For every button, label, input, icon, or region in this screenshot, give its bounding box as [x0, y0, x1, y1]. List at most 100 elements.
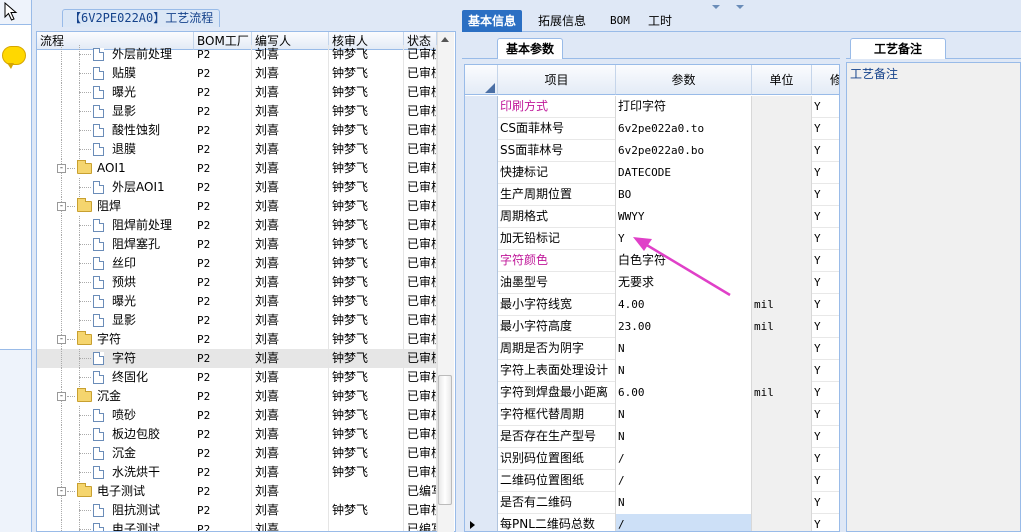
param-unit-cell[interactable]	[752, 228, 812, 250]
param-value-cell[interactable]: 6.00	[616, 382, 752, 404]
row-indicator[interactable]	[465, 338, 498, 360]
row-indicator[interactable]	[465, 514, 498, 531]
row-indicator[interactable]	[465, 184, 498, 206]
row-indicator[interactable]	[465, 360, 498, 382]
param-row[interactable]: 周期是否为阴字 N Y	[465, 338, 839, 360]
param-unit-cell[interactable]	[752, 162, 812, 184]
tree-row[interactable]: 电子测试 P2刘喜 已编写	[37, 520, 437, 531]
row-indicator[interactable]	[465, 316, 498, 338]
param-value-cell[interactable]: /	[616, 448, 752, 470]
tree-row[interactable]: - 字符 P2刘喜钟梦飞已审核	[37, 330, 437, 349]
collapse-toggle-icon[interactable]: -	[57, 487, 66, 496]
param-value-cell[interactable]: N	[616, 404, 752, 426]
param-unit-cell[interactable]	[752, 118, 812, 140]
param-unit-cell[interactable]	[752, 492, 812, 514]
param-unit-cell[interactable]	[752, 360, 812, 382]
param-unit-cell[interactable]: mil	[752, 382, 812, 404]
param-row[interactable]: 是否有二维码 N Y	[465, 492, 839, 514]
row-indicator[interactable]	[465, 426, 498, 448]
param-value-cell[interactable]: N	[616, 360, 752, 382]
row-indicator[interactable]	[465, 470, 498, 492]
param-unit-cell[interactable]	[752, 514, 812, 531]
param-row[interactable]: 每PNL二维码总数 / Y	[465, 514, 839, 531]
row-indicator[interactable]	[465, 228, 498, 250]
param-value-cell[interactable]: N	[616, 338, 752, 360]
tree-row[interactable]: - AOI1 P2刘喜钟梦飞已审核	[37, 159, 437, 178]
row-indicator[interactable]	[465, 382, 498, 404]
tree-row[interactable]: - 电子测试 P2刘喜 已编写	[37, 482, 437, 501]
param-row[interactable]: 字符到焊盘最小距离 6.00 mil Y	[465, 382, 839, 404]
tree-scrollbar-thumb[interactable]	[438, 375, 452, 505]
param-unit-cell[interactable]	[752, 184, 812, 206]
tree-row[interactable]: 外层前处理 P2刘喜钟梦飞已审核	[37, 45, 437, 64]
tree-row[interactable]: 沉金 P2刘喜钟梦飞已审核	[37, 444, 437, 463]
param-row[interactable]: 识别码位置图纸 / Y	[465, 448, 839, 470]
row-indicator[interactable]	[465, 404, 498, 426]
row-indicator[interactable]	[465, 118, 498, 140]
panel-splitter[interactable]	[456, 0, 462, 532]
param-value-cell[interactable]: 6v2pe022a0.bo	[616, 140, 752, 162]
param-unit-cell[interactable]	[752, 448, 812, 470]
param-row[interactable]: 最小字符高度 23.00 mil Y	[465, 316, 839, 338]
collapse-handle[interactable]	[708, 0, 748, 9]
tree-row[interactable]: 阻焊前处理 P2刘喜钟梦飞已审核	[37, 216, 437, 235]
col-header-item[interactable]: 项目	[498, 65, 616, 95]
param-unit-cell[interactable]	[752, 470, 812, 492]
row-indicator[interactable]	[465, 206, 498, 228]
tab-work-hours[interactable]: 工时	[642, 10, 678, 32]
tree-row[interactable]: 阻焊塞孔 P2刘喜钟梦飞已审核	[37, 235, 437, 254]
row-indicator[interactable]	[465, 250, 498, 272]
tree-row[interactable]: 板边包胶 P2刘喜钟梦飞已审核	[37, 425, 437, 444]
param-value-cell[interactable]: N	[616, 426, 752, 448]
param-unit-cell[interactable]	[752, 426, 812, 448]
col-header-modify[interactable]: 修	[812, 65, 839, 95]
row-indicator[interactable]	[465, 492, 498, 514]
tree-row[interactable]: 贴膜 P2刘喜钟梦飞已审核	[37, 64, 437, 83]
param-value-cell[interactable]: 打印字符	[616, 96, 752, 118]
tab-basic-info[interactable]: 基本信息	[462, 10, 523, 32]
param-row[interactable]: 快捷标记 DATECODE Y	[465, 162, 839, 184]
process-panel-title[interactable]: 【6V2PE022A0】工艺流程	[62, 9, 221, 27]
param-value-cell[interactable]: 6v2pe022a0.to	[616, 118, 752, 140]
tree-row[interactable]: 退膜 P2刘喜钟梦飞已审核	[37, 140, 437, 159]
param-unit-cell[interactable]	[752, 140, 812, 162]
param-value-cell[interactable]: DATECODE	[616, 162, 752, 184]
tree-row[interactable]: - 阻焊 P2刘喜钟梦飞已审核	[37, 197, 437, 216]
param-row[interactable]: CS面菲林号 6v2pe022a0.to Y	[465, 118, 839, 140]
tree-row[interactable]: 显影 P2刘喜钟梦飞已审核	[37, 102, 437, 121]
chat-bubble-icon[interactable]	[2, 46, 26, 69]
param-unit-cell[interactable]	[752, 96, 812, 118]
row-indicator[interactable]	[465, 96, 498, 118]
tab-process-remarks[interactable]: 工艺备注	[850, 38, 946, 59]
collapse-toggle-icon[interactable]: -	[57, 392, 66, 401]
tree-row[interactable]: 显影 P2刘喜钟梦飞已审核	[37, 311, 437, 330]
tab-bom[interactable]: BOM	[604, 10, 636, 32]
row-indicator[interactable]	[465, 448, 498, 470]
col-header-param[interactable]: 参数	[616, 65, 752, 95]
tree-row[interactable]: 丝印 P2刘喜钟梦飞已审核	[37, 254, 437, 273]
tree-row[interactable]: 喷砂 P2刘喜钟梦飞已审核	[37, 406, 437, 425]
scroll-up-arrow-icon[interactable]	[439, 34, 451, 44]
param-row[interactable]: 字符上表面处理设计 N Y	[465, 360, 839, 382]
tree-row[interactable]: 阻抗测试 P2刘喜钟梦飞已审核	[37, 501, 437, 520]
param-value-cell[interactable]: BO	[616, 184, 752, 206]
collapse-toggle-icon[interactable]: -	[57, 164, 66, 173]
collapse-toggle-icon[interactable]: -	[57, 335, 66, 344]
collapse-toggle-icon[interactable]: -	[57, 202, 66, 211]
tab-extended-info[interactable]: 拓展信息	[532, 10, 592, 32]
param-row[interactable]: 印刷方式 打印字符 Y	[465, 96, 839, 118]
tree-row[interactable]: 终固化 P2刘喜钟梦飞已审核	[37, 368, 437, 387]
remark-panel[interactable]	[846, 62, 1021, 532]
tree-row[interactable]: 外层AOI1 P2刘喜钟梦飞已审核	[37, 178, 437, 197]
tree-row[interactable]: 预烘 P2刘喜钟梦飞已审核	[37, 273, 437, 292]
tree-row[interactable]: 水洗烘干 P2刘喜钟梦飞已审核	[37, 463, 437, 482]
param-unit-cell[interactable]	[752, 250, 812, 272]
param-value-cell[interactable]: /	[616, 514, 752, 531]
param-unit-cell[interactable]	[752, 206, 812, 228]
param-unit-cell[interactable]: mil	[752, 294, 812, 316]
param-row[interactable]: 二维码位置图纸 / Y	[465, 470, 839, 492]
param-unit-cell[interactable]	[752, 272, 812, 294]
tree-row[interactable]: 曝光 P2刘喜钟梦飞已审核	[37, 83, 437, 102]
col-header-unit[interactable]: 单位	[752, 65, 812, 95]
tree-row[interactable]: - 沉金 P2刘喜钟梦飞已审核	[37, 387, 437, 406]
